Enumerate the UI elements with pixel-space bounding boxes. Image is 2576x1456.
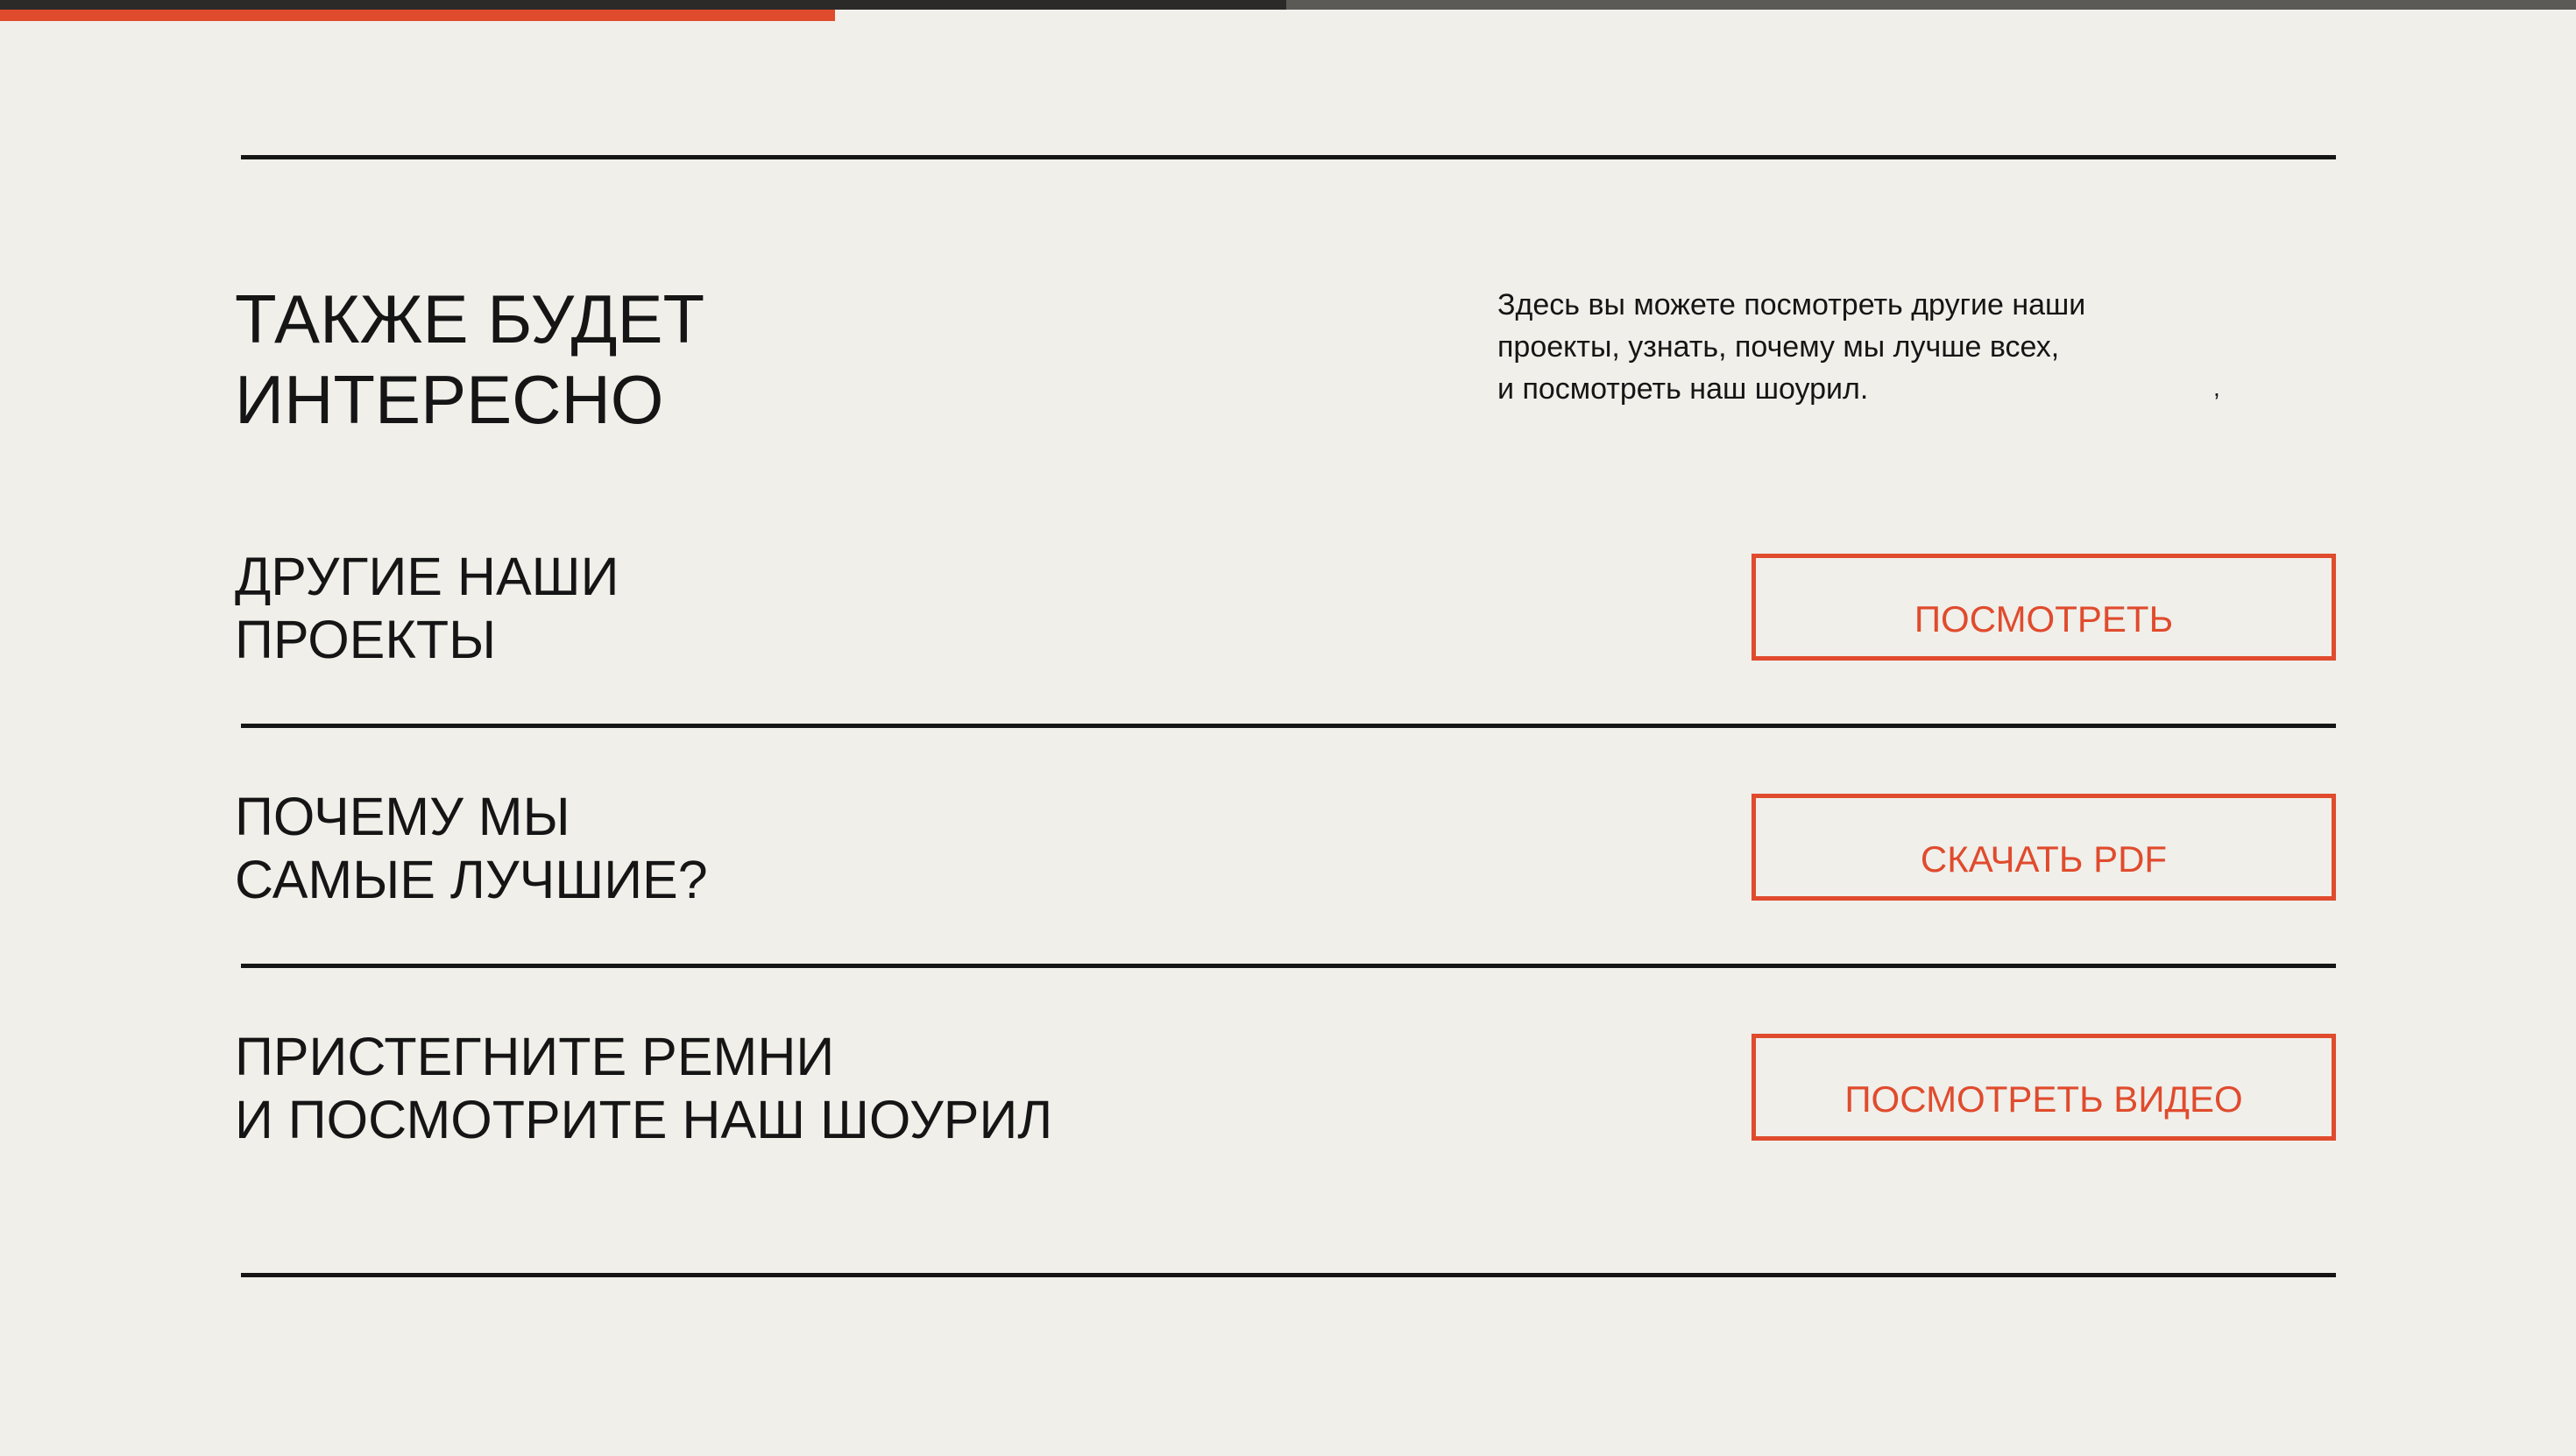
row-title-why-best: ПОЧЕМУ МЫ САМЫЕ ЛУЧШИЕ?: [235, 787, 708, 909]
progress-track-dark-segment: [0, 0, 1286, 10]
view-projects-button[interactable]: ПОСМОТРЕТЬ: [1752, 554, 2336, 661]
watch-video-button[interactable]: ПОСМОТРЕТЬ ВИДЕО: [1752, 1034, 2336, 1141]
download-pdf-button[interactable]: СКАЧАТЬ PDF: [1752, 794, 2336, 901]
stray-comma: ,: [2213, 374, 2220, 401]
divider-top: [241, 155, 2336, 159]
divider-bottom: [241, 1273, 2336, 1277]
section-description: Здесь вы можете посмотреть другие наши п…: [1497, 288, 2086, 406]
divider-row-1: [241, 724, 2336, 728]
progress-bar-fill: [0, 10, 835, 21]
row-title-showreel: ПРИСТЕГНИТЕ РЕМНИ И ПОСМОТРИТЕ НАШ ШОУРИ…: [235, 1027, 1053, 1149]
section-title: ТАКЖЕ БУДЕТ ИНТЕРЕСНО: [235, 280, 705, 438]
row-title-projects: ДРУГИЕ НАШИ ПРОЕКТЫ: [235, 547, 619, 669]
divider-row-2: [241, 964, 2336, 968]
